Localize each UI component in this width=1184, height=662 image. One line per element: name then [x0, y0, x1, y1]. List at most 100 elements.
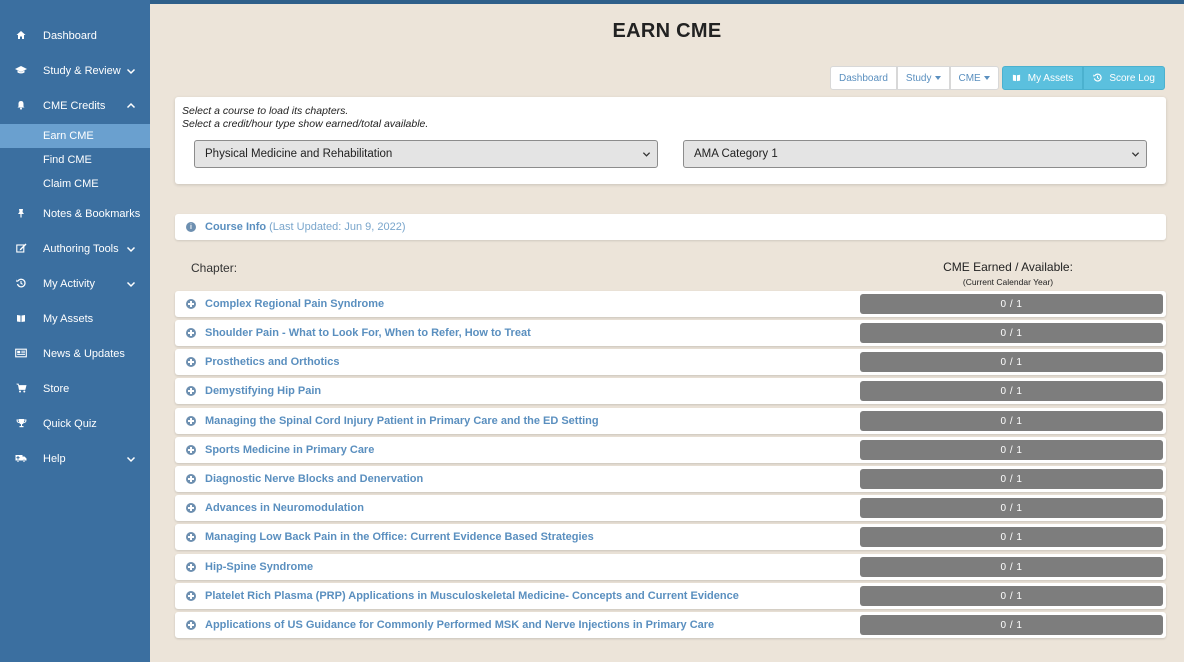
newspaper-icon: [14, 348, 28, 361]
sidebar-subitem-find-cme[interactable]: Find CME: [0, 148, 150, 172]
sidebar: Dashboard Study & Review CME Credits Ear…: [0, 0, 150, 662]
course-info-link[interactable]: Course Info: [205, 221, 266, 233]
my-assets-button[interactable]: My Assets: [1001, 66, 1084, 90]
dashboard-button[interactable]: Dashboard: [830, 66, 897, 90]
expand-plus-icon[interactable]: [186, 474, 196, 484]
sidebar-item-my-activity[interactable]: My Activity: [0, 269, 150, 299]
sidebar-item-quick-quiz[interactable]: Quick Quiz: [0, 409, 150, 439]
chapter-title-link[interactable]: Managing Low Back Pain in the Office: Cu…: [205, 531, 594, 543]
sidebar-subitem-label: Earn CME: [43, 130, 94, 142]
cme-progress-bar: 0 / 1: [860, 323, 1163, 343]
chapter-title-link[interactable]: Prosthetics and Orthotics: [205, 356, 339, 368]
cme-progress-bar: 0 / 1: [860, 381, 1163, 401]
history-icon: [1093, 73, 1102, 84]
chapter-title-link[interactable]: Advances in Neuromodulation: [205, 502, 364, 514]
chevron-down-icon: [642, 150, 651, 159]
sidebar-item-label: CME Credits: [43, 100, 106, 112]
cme-progress-text: 0 / 1: [1000, 561, 1023, 573]
sidebar-item-label: Study & Review: [43, 65, 121, 77]
cme-progress-text: 0 / 1: [1000, 531, 1023, 543]
chapter-title-link[interactable]: Demystifying Hip Pain: [205, 385, 321, 397]
bell-icon: [14, 100, 28, 113]
edit-icon: [14, 243, 28, 256]
sidebar-item-label: Quick Quiz: [43, 418, 97, 430]
sidebar-subitem-label: Find CME: [43, 154, 92, 166]
credit-type-select[interactable]: AMA Category 1: [683, 140, 1147, 168]
caret-down-icon: [934, 76, 941, 80]
sidebar-item-my-assets[interactable]: My Assets: [0, 304, 150, 334]
chapter-title-link[interactable]: Complex Regional Pain Syndrome: [205, 298, 384, 310]
graduation-cap-icon: [14, 65, 28, 78]
cart-icon: [14, 383, 28, 396]
expand-plus-icon[interactable]: [186, 620, 196, 630]
chapter-row: Demystifying Hip Pain 0 / 1: [175, 378, 1166, 404]
expand-plus-icon[interactable]: [186, 562, 196, 572]
credit-type-select-value: AMA Category 1: [694, 148, 778, 160]
chapter-title-link[interactable]: Applications of US Guidance for Commonly…: [205, 619, 714, 631]
cme-progress-bar: 0 / 1: [860, 411, 1163, 431]
chapter-title-link[interactable]: Platelet Rich Plasma (PRP) Applications …: [205, 590, 739, 602]
sidebar-item-authoring-tools[interactable]: Authoring Tools: [0, 234, 150, 264]
instruction-text: Select a course to load its chapters.: [182, 105, 349, 117]
chapter-title-link[interactable]: Diagnostic Nerve Blocks and Denervation: [205, 473, 423, 485]
my-assets-button-label: My Assets: [1027, 72, 1074, 84]
expand-plus-icon[interactable]: [186, 386, 196, 396]
score-log-button-label: Score Log: [1109, 72, 1155, 84]
expand-plus-icon[interactable]: [186, 591, 196, 601]
sidebar-item-help[interactable]: Help: [0, 444, 150, 474]
chevron-down-icon: [1131, 150, 1140, 159]
sidebar-subitem-claim-cme[interactable]: Claim CME: [0, 172, 150, 196]
ambulance-icon: [14, 453, 28, 466]
cme-progress-bar: 0 / 1: [860, 498, 1163, 518]
chapter-title-link[interactable]: Hip-Spine Syndrome: [205, 561, 313, 573]
cme-progress-text: 0 / 1: [1000, 415, 1023, 427]
home-icon: [14, 30, 28, 43]
sidebar-item-dashboard[interactable]: Dashboard: [0, 21, 150, 51]
cme-dropdown-button[interactable]: CME: [949, 66, 999, 90]
history-icon: [14, 278, 28, 291]
chapter-title-link[interactable]: Shoulder Pain - What to Look For, When t…: [205, 327, 531, 339]
expand-plus-icon[interactable]: [186, 416, 196, 426]
course-info-bar: i Course Info (Last Updated: Jun 9, 2022…: [175, 214, 1166, 240]
expand-plus-icon[interactable]: [186, 328, 196, 338]
expand-plus-icon[interactable]: [186, 503, 196, 513]
sidebar-subitem-earn-cme[interactable]: Earn CME: [0, 124, 150, 148]
cme-progress-text: 0 / 1: [1000, 473, 1023, 485]
last-updated-text: (Last Updated: Jun 9, 2022): [269, 221, 406, 233]
course-select-value: Physical Medicine and Rehabilitation: [205, 148, 393, 160]
study-button-label: Study: [905, 72, 932, 84]
sidebar-item-label: Authoring Tools: [43, 243, 119, 255]
chevron-down-icon: [126, 244, 140, 254]
sidebar-item-study-review[interactable]: Study & Review: [0, 56, 150, 86]
chapter-row: Managing the Spinal Cord Injury Patient …: [175, 408, 1166, 434]
dashboard-button-label: Dashboard: [839, 72, 888, 84]
chapter-title-link[interactable]: Managing the Spinal Cord Injury Patient …: [205, 415, 599, 427]
chapter-title-link[interactable]: Sports Medicine in Primary Care: [205, 444, 374, 456]
expand-plus-icon[interactable]: [186, 357, 196, 367]
sidebar-item-store[interactable]: Store: [0, 374, 150, 404]
cme-column-subheader: (Current Calendar Year): [962, 277, 1054, 287]
chevron-up-icon: [126, 101, 140, 111]
expand-plus-icon[interactable]: [186, 445, 196, 455]
sidebar-item-notes-bookmarks[interactable]: Notes & Bookmarks: [0, 199, 150, 229]
chevron-down-icon: [126, 279, 140, 289]
sidebar-item-label: News & Updates: [43, 348, 125, 360]
sidebar-item-cme-credits[interactable]: CME Credits: [0, 91, 150, 121]
expand-plus-icon[interactable]: [186, 299, 196, 309]
chapter-row: Sports Medicine in Primary Care 0 / 1: [175, 437, 1166, 463]
chapter-row: Shoulder Pain - What to Look For, When t…: [175, 320, 1166, 346]
caret-down-icon: [983, 76, 990, 80]
course-select[interactable]: Physical Medicine and Rehabilitation: [194, 140, 658, 168]
chapter-row: Prosthetics and Orthotics 0 / 1: [175, 349, 1166, 375]
cme-progress-text: 0 / 1: [1000, 356, 1023, 368]
sidebar-item-label: My Assets: [43, 313, 94, 325]
chapter-row: Advances in Neuromodulation 0 / 1: [175, 495, 1166, 521]
cme-progress-bar: 0 / 1: [860, 440, 1163, 460]
study-dropdown-button[interactable]: Study: [896, 66, 950, 90]
expand-plus-icon[interactable]: [186, 532, 196, 542]
cme-progress-text: 0 / 1: [1000, 502, 1023, 514]
cme-progress-text: 0 / 1: [1000, 444, 1023, 456]
score-log-button[interactable]: Score Log: [1083, 66, 1165, 90]
sidebar-item-label: Help: [43, 453, 66, 465]
sidebar-item-news-updates[interactable]: News & Updates: [0, 339, 150, 369]
